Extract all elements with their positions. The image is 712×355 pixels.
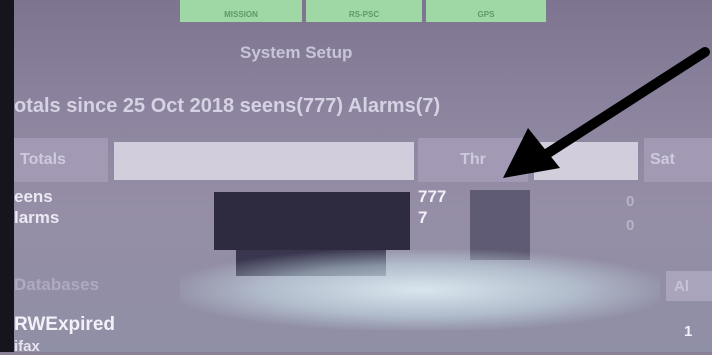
databases-al-column[interactable]: Al: [666, 271, 712, 301]
totals-summary: otals since 25 Oct 2018 seens(777) Alarm…: [14, 95, 441, 117]
row-label-seens: eens: [14, 187, 53, 206]
header-sat[interactable]: Sat: [644, 138, 712, 182]
pixelated-region: [114, 142, 414, 180]
header-thr[interactable]: Thr: [418, 138, 528, 182]
page-title: System Setup: [240, 43, 353, 62]
db-row-rwexpired: RWExpired: [14, 314, 116, 335]
screen: MISSION RS-PSC GPS System Setup otals si…: [0, 0, 712, 355]
seens-sat-value: 0: [626, 193, 635, 210]
db-row-partial: ifax: [14, 338, 40, 355]
redaction-block: [214, 192, 410, 250]
device-bezel: [0, 0, 14, 352]
databases-label: Databases: [14, 275, 100, 294]
top-tab-bar: MISSION RS-PSC GPS: [180, 0, 546, 22]
table-header: Totals Thr Sat: [14, 138, 712, 182]
tab-mission[interactable]: MISSION: [180, 0, 302, 22]
alarms-thr-value: 7: [418, 208, 428, 227]
screen-glare: [180, 250, 660, 330]
pixelated-region-2: [534, 142, 638, 180]
alarms-sat-value: 0: [626, 217, 635, 234]
seens-thr-value: 777: [418, 187, 447, 206]
db-row-rwexpired-value: 1: [684, 323, 693, 340]
tab-rs-psc[interactable]: RS-PSC: [306, 0, 422, 22]
tab-gps[interactable]: GPS: [426, 0, 546, 22]
header-totals: Totals: [14, 138, 108, 182]
row-label-alarms: larms: [14, 208, 60, 227]
